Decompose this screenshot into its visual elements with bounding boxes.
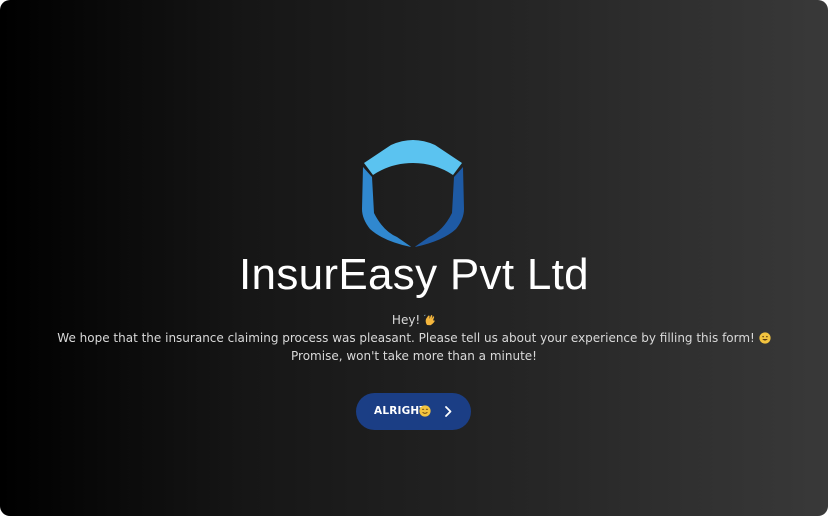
shield-icon (362, 140, 464, 247)
greeting-text: Hey! (391, 313, 421, 327)
promise-line: Promise, won't take more than a minute! (291, 349, 537, 363)
intro-text: We hope that the insurance claiming proc… (57, 331, 755, 345)
smiling-face-icon (419, 405, 431, 417)
grinning-face-icon (759, 332, 771, 344)
chevron-right-icon (445, 406, 452, 417)
company-name: InsurEasy Pvt Ltd (239, 250, 589, 299)
form-welcome-screen: InsurEasy Pvt Ltd Hey! We hope that the … (0, 0, 828, 516)
welcome-content: InsurEasy Pvt Ltd Hey! We hope that the … (0, 0, 828, 516)
intro-line: We hope that the insurance claiming proc… (0, 329, 828, 347)
waving-hand-icon (424, 314, 435, 326)
alright-button[interactable]: ALRIGHT (356, 393, 471, 430)
greeting-line: Hey! (0, 311, 828, 329)
